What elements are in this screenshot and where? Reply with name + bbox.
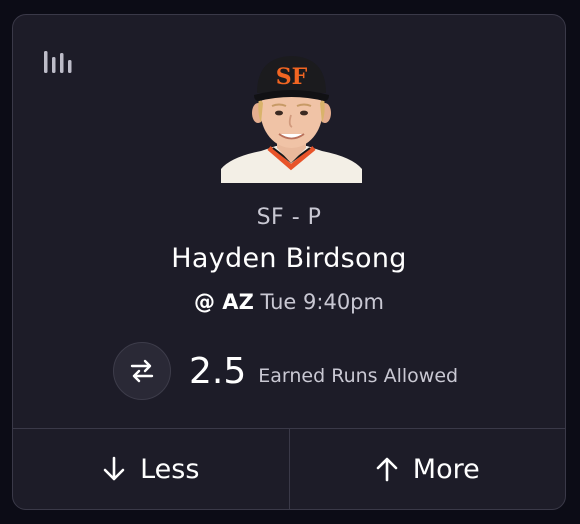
swap-arrows-icon bbox=[130, 359, 154, 383]
more-button[interactable]: More bbox=[288, 429, 566, 509]
player-headshot: SF bbox=[221, 51, 362, 183]
arrow-down-icon bbox=[103, 456, 125, 481]
svg-text:SF: SF bbox=[276, 64, 308, 90]
arrow-up-icon bbox=[376, 457, 398, 482]
player-name: Hayden Birdsong bbox=[171, 243, 407, 274]
line-value: 2.5 bbox=[189, 350, 247, 392]
less-button[interactable]: Less bbox=[13, 429, 289, 509]
less-label: Less bbox=[140, 453, 200, 485]
swap-button[interactable] bbox=[113, 342, 171, 400]
team-position: SF - P bbox=[256, 205, 322, 230]
more-label: More bbox=[412, 453, 480, 485]
opponent: @ AZ bbox=[194, 290, 254, 314]
pick-actions: Less More bbox=[13, 428, 565, 509]
game-info: @ AZ Tue 9:40pm bbox=[13, 290, 565, 314]
projection-card[interactable]: SF SF - P Hayden Birdsong @ AZ Tue 9:40p… bbox=[12, 14, 566, 510]
stat-label: Earned Runs Allowed bbox=[258, 365, 459, 387]
bar-chart-icon[interactable] bbox=[43, 49, 73, 75]
projection-line: 2.5 Earned Runs Allowed bbox=[113, 341, 458, 401]
game-time: Tue 9:40pm bbox=[260, 290, 384, 314]
